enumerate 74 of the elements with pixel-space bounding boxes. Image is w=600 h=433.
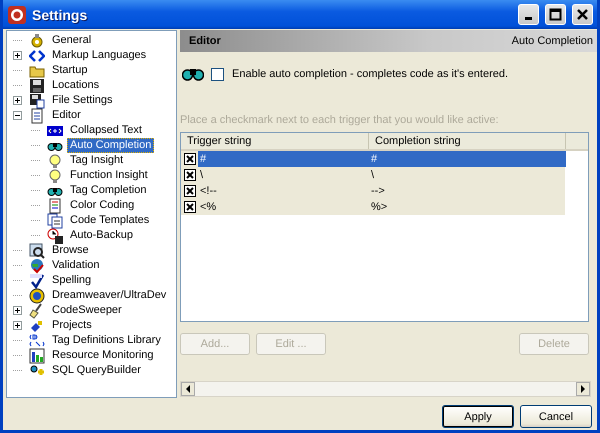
tree-item[interactable]: CodeSweeper: [49, 303, 125, 318]
scroll-right-button[interactable]: [576, 382, 590, 396]
tree-item[interactable]: Tag Definitions Library: [49, 333, 164, 348]
bar-chart-icon: [29, 348, 45, 364]
plus-icon: [14, 307, 21, 314]
maximize-icon: [549, 8, 562, 21]
checkbox[interactable]: [211, 68, 224, 80]
expand-toggle[interactable]: [13, 51, 22, 60]
tree-item[interactable]: Validation: [49, 258, 102, 273]
maximize-button[interactable]: [545, 4, 566, 25]
light-bulb-icon: [47, 168, 63, 184]
window-title: Settings: [32, 6, 88, 22]
checked-checkbox[interactable]: [184, 185, 196, 197]
app-icon: [8, 6, 26, 24]
checked-checkbox[interactable]: [184, 201, 196, 213]
tree-item[interactable]: SQL QueryBuilder: [49, 363, 144, 378]
tree-item[interactable]: Startup: [49, 63, 90, 78]
dialog-button[interactable]: Cancel: [520, 405, 592, 428]
tree-item[interactable]: Editor: [49, 108, 84, 123]
tree-item[interactable]: Collapsed Text: [67, 123, 145, 138]
tree-item[interactable]: Tag Insight: [67, 153, 126, 168]
circle-logo-icon: [29, 288, 45, 304]
binoculars-icon: [182, 67, 204, 81]
globe-check-icon: [29, 258, 45, 274]
tree-item[interactable]: Dreamweaver/UltraDev: [49, 288, 170, 303]
tree-item[interactable]: Browse: [49, 243, 92, 258]
tree-item[interactable]: Resource Monitoring: [49, 348, 156, 363]
checked-checkbox[interactable]: [184, 153, 196, 165]
tree-item[interactable]: Auto Completion: [67, 138, 154, 153]
table-row[interactable]: # #: [198, 151, 566, 167]
plus-icon: [14, 97, 21, 104]
code-brackets-icon: [29, 48, 45, 64]
checkbox-label[interactable]: Enable auto completion - completes code as it's entered.: [232, 68, 508, 80]
plus-icon: [14, 52, 21, 59]
tree-item[interactable]: Auto-Backup: [67, 228, 136, 243]
collapse-toggle[interactable]: [13, 111, 22, 120]
expand-toggle[interactable]: [13, 306, 22, 315]
expand-toggle[interactable]: [13, 321, 22, 330]
tree-item[interactable]: Locations: [49, 78, 102, 93]
section-title: Editor: [189, 35, 221, 47]
minus-icon: [14, 112, 21, 119]
checked-checkbox[interactable]: [184, 169, 196, 181]
plus-icon: [14, 322, 21, 329]
tree-item[interactable]: Function Insight: [67, 168, 151, 183]
tree-item[interactable]: File Settings: [49, 93, 116, 108]
tree-item[interactable]: Markup Languages: [49, 48, 150, 63]
light-bulb-icon: [47, 152, 63, 168]
page-title: Auto Completion: [512, 35, 593, 47]
tree-item[interactable]: Projects: [49, 318, 95, 333]
minimize-icon: [525, 17, 532, 20]
hint-text: Place a checkmark next to each trigger that you would like active:: [180, 114, 500, 128]
tree-item[interactable]: Tag Completion: [67, 183, 150, 198]
spell-check-icon: [29, 272, 45, 288]
scroll-left-button[interactable]: [181, 382, 195, 396]
left-arrow-icon: [185, 385, 191, 393]
floppy-document-icon: [29, 92, 45, 108]
color-document-icon: [47, 198, 63, 214]
column-header[interactable]: Trigger string: [181, 133, 369, 149]
close-button[interactable]: [572, 4, 593, 25]
right-arrow-icon: [580, 385, 586, 393]
close-icon: [576, 8, 589, 21]
template-document-icon: [47, 212, 63, 228]
tree-item[interactable]: Code Templates: [67, 213, 152, 228]
document-icon: [29, 108, 45, 124]
tree-item[interactable]: General: [49, 33, 94, 48]
column-header[interactable]: Completion string: [369, 133, 566, 149]
tree-item[interactable]: Spelling: [49, 273, 94, 288]
expand-toggle[interactable]: [13, 96, 22, 105]
horizontal-scrollbar[interactable]: [180, 381, 591, 397]
dialog-button[interactable]: Apply: [442, 405, 514, 428]
magnifier-icon: [29, 242, 45, 258]
clock-disk-icon: [47, 228, 63, 244]
tree-item[interactable]: Color Coding: [67, 198, 138, 213]
minimize-button[interactable]: [518, 4, 539, 25]
